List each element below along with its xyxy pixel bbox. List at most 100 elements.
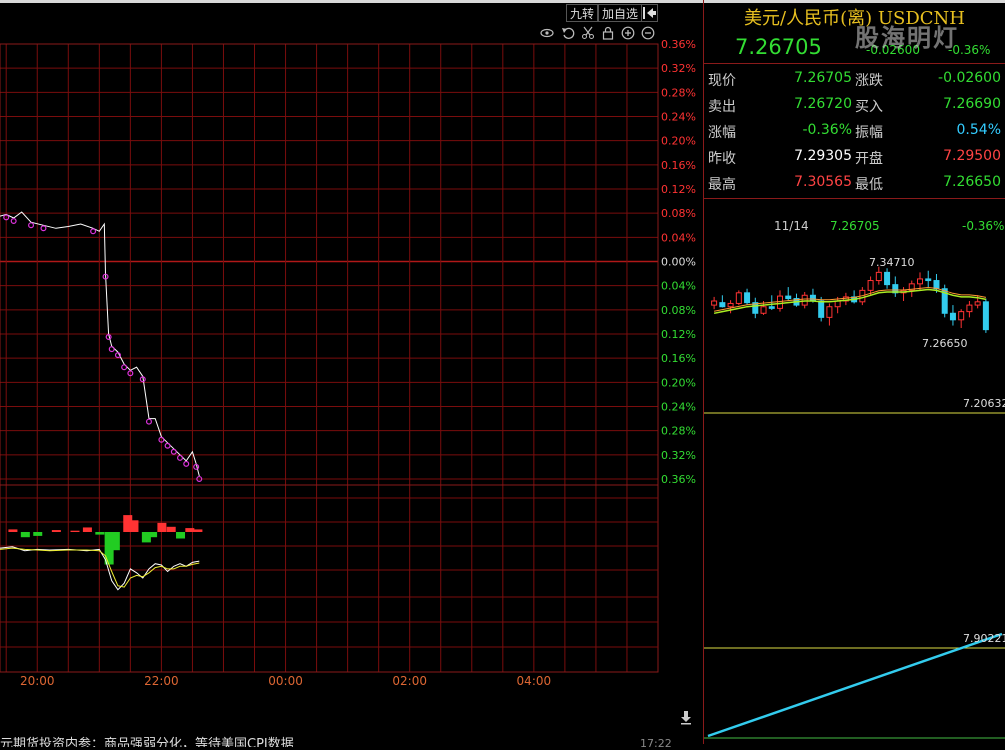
x-tick-label: 22:00	[144, 674, 179, 688]
y-tick-label: 0.32%	[661, 449, 696, 462]
quote-value: 7.26720	[794, 96, 852, 112]
y-tick-label: 0.04%	[661, 231, 696, 244]
histogram-bar	[70, 530, 80, 532]
y-tick-label: 0.04%	[661, 280, 696, 293]
histogram-bar	[33, 532, 43, 536]
histogram-bar	[129, 520, 139, 532]
candle-body	[958, 311, 965, 321]
y-tick-label: 0.08%	[661, 304, 696, 317]
quote-divider	[704, 198, 1005, 199]
y-tick-label: 0.16%	[661, 352, 696, 365]
signal-marker	[121, 364, 128, 371]
y-tick-label: 0.36%	[661, 38, 696, 51]
percent-axis: 0.36% 0.32% 0.28% 0.24% 0.20% 0.16% 0.12% 0.08%…	[661, 38, 696, 486]
app-window: 九转 加自选 0.36% 0.32% 0.28% 0.24% 0.20% 0.16% 0.1…	[0, 0, 1005, 750]
header-divider	[704, 63, 1005, 64]
signal-marker	[164, 442, 171, 449]
candle-body	[719, 302, 726, 308]
quote-row: 最高 7.30565 最低 7.26650	[704, 170, 1005, 196]
candle-body	[818, 300, 825, 318]
quote-row: 卖出 7.26720 买入 7.26690	[704, 92, 1005, 118]
price-grid	[0, 43, 659, 673]
low-marker-label: 7.26650	[922, 337, 968, 350]
quote-label: 卖出	[708, 99, 736, 115]
candle-body	[982, 301, 989, 331]
histogram-bar	[157, 522, 167, 532]
y-tick-label: 0.20%	[661, 135, 696, 148]
signal-marker	[183, 460, 190, 467]
daily-kline-chart[interactable]: 7.20632 7.90221 7.34710 7.26650	[704, 236, 1005, 744]
candle-body	[974, 301, 981, 306]
histogram-bar	[148, 532, 158, 538]
signal-marker	[145, 418, 152, 425]
y-tick-label: 0.24%	[661, 111, 696, 124]
y-tick-label: 0.36%	[661, 473, 696, 486]
y-tick-label: 0.16%	[661, 159, 696, 172]
quote-row: 现价 7.26705 涨跌 -0.02600	[704, 66, 1005, 92]
y-tick-label: 0.20%	[661, 376, 696, 389]
candle-body	[884, 271, 891, 286]
mini-date: 11/14	[774, 219, 809, 233]
quote-label: 最高	[708, 177, 736, 193]
y-tick-label: 0.28%	[661, 425, 696, 438]
candle-body	[768, 306, 775, 309]
time-axis: 20:00 22:00 00:00 02:00 04:00	[20, 674, 551, 688]
quote-value: 7.26690	[943, 96, 1001, 112]
histogram-bar	[95, 532, 105, 535]
histogram-bar	[110, 532, 120, 551]
signal-marker	[90, 228, 97, 235]
histogram-bar	[193, 529, 203, 532]
intraday-chart[interactable]: 0.36% 0.32% 0.28% 0.24% 0.20% 0.16% 0.12% 0.08%…	[0, 0, 704, 700]
quote-label: 最低	[855, 177, 883, 193]
level-label-1: 7.20632	[963, 397, 1005, 410]
candle-body	[727, 302, 734, 308]
candle-body	[785, 295, 792, 300]
x-tick-label: 20:00	[20, 674, 55, 688]
x-tick-label: 02:00	[392, 674, 427, 688]
mini-price: 7.26705	[830, 219, 880, 233]
histogram-bar	[51, 530, 61, 532]
signal-marker	[10, 218, 17, 225]
candle-body	[809, 294, 816, 302]
y-tick-label: 0.28%	[661, 86, 696, 99]
quote-row: 涨幅 -0.36% 振幅 0.54%	[704, 118, 1005, 144]
y-tick-label: 0.24%	[661, 401, 696, 414]
download-icon[interactable]	[678, 709, 694, 725]
signal-marker	[28, 222, 35, 229]
price-line	[0, 211, 203, 482]
quote-value: 7.30565	[794, 174, 852, 190]
quote-label: 现价	[708, 73, 736, 89]
y-tick-label: 0.00%	[661, 256, 696, 269]
histogram-bar	[20, 532, 30, 538]
candle-body	[744, 292, 751, 304]
current-price: 7.26705	[735, 35, 822, 59]
y-tick-label: 0.32%	[661, 62, 696, 75]
x-tick-label: 04:00	[517, 674, 552, 688]
candle-body	[711, 300, 718, 306]
candle-body	[949, 312, 956, 321]
quote-label: 涨跌	[855, 73, 883, 89]
y-tick-label: 0.12%	[661, 328, 696, 341]
quote-label: 昨收	[708, 151, 736, 167]
candle-body	[760, 306, 767, 314]
candle-body	[925, 278, 932, 282]
signal-marker	[40, 225, 47, 232]
mini-percent: -0.36%	[962, 219, 1005, 233]
signal-marker	[177, 454, 184, 461]
quote-value: 7.26705	[794, 70, 852, 86]
quote-value: -0.02600	[938, 70, 1001, 86]
quote-label: 开盘	[855, 151, 883, 167]
y-tick-label: 0.08%	[661, 207, 696, 220]
candle-body	[875, 271, 882, 282]
quote-label: 买入	[855, 99, 883, 115]
candle-body	[867, 280, 874, 291]
histogram-bar	[82, 527, 92, 532]
news-ticker[interactable]: 元期货投资内参：商品强弱分化，等待美国CPI数据	[0, 733, 640, 747]
histogram-bar	[166, 526, 176, 532]
level-label-2: 7.90221	[963, 632, 1005, 645]
x-tick-label: 00:00	[268, 674, 303, 688]
quote-value: 0.54%	[956, 122, 1001, 138]
quote-value: 7.29500	[943, 148, 1001, 164]
quote-value: 7.29305	[794, 148, 852, 164]
histogram-bar	[176, 532, 186, 539]
